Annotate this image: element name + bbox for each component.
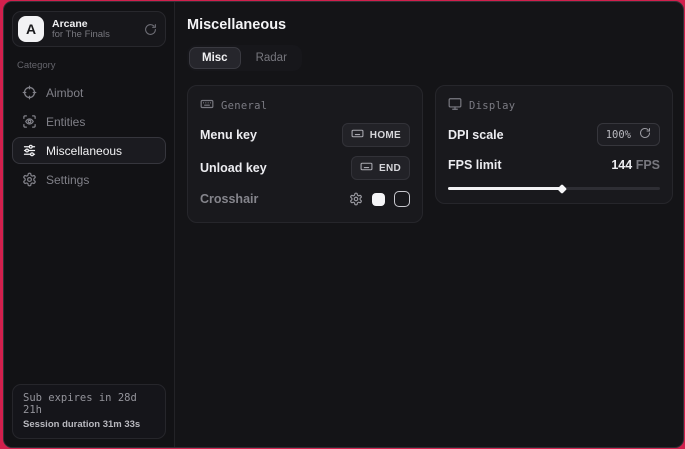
dpi-scale-label: DPI scale bbox=[448, 128, 504, 142]
general-card: General Menu key HOME Unload key bbox=[187, 85, 423, 223]
page-title: Miscellaneous bbox=[187, 17, 673, 33]
sidebar-item-entities[interactable]: Entities bbox=[12, 108, 166, 135]
display-card-title: Display bbox=[469, 100, 515, 112]
fps-limit-slider[interactable] bbox=[448, 187, 660, 190]
brand-card: A Arcane for The Finals bbox=[12, 11, 166, 47]
fps-unit: FPS bbox=[636, 158, 660, 172]
monitor-icon bbox=[448, 97, 462, 114]
fps-limit-value: 144 FPS bbox=[611, 158, 660, 172]
tab-radar[interactable]: Radar bbox=[243, 47, 300, 69]
keyboard-icon bbox=[351, 127, 364, 143]
app-window: A Arcane for The Finals Category Aimbot … bbox=[3, 1, 684, 448]
brand-subtitle: for The Finals bbox=[52, 30, 136, 41]
sidebar: A Arcane for The Finals Category Aimbot … bbox=[4, 2, 175, 447]
menu-key-row: Menu key HOME bbox=[200, 123, 410, 147]
display-card-header: Display bbox=[448, 97, 660, 114]
sidebar-item-label: Settings bbox=[46, 173, 89, 187]
unload-key-value: END bbox=[379, 163, 401, 174]
main-content: Miscellaneous Misc Radar General Menu ke… bbox=[175, 2, 684, 447]
general-card-header: General bbox=[200, 97, 410, 114]
brand-title: Arcane bbox=[52, 18, 136, 30]
tab-misc[interactable]: Misc bbox=[189, 47, 241, 69]
sidebar-item-label: Aimbot bbox=[46, 86, 83, 100]
general-card-title: General bbox=[221, 100, 267, 112]
category-label: Category bbox=[17, 60, 166, 71]
sidebar-item-label: Miscellaneous bbox=[46, 144, 122, 158]
refresh-icon[interactable] bbox=[144, 23, 157, 36]
menu-key-label: Menu key bbox=[200, 128, 257, 142]
crosshair-label: Crosshair bbox=[200, 192, 258, 206]
fps-limit-label: FPS limit bbox=[448, 158, 501, 172]
dpi-scale-control[interactable]: 100% bbox=[597, 123, 660, 146]
crosshair-row: Crosshair bbox=[200, 189, 410, 209]
subscription-info: Sub expires in 28d 21h Session duration … bbox=[12, 384, 166, 439]
crosshair-checkbox[interactable] bbox=[394, 191, 410, 207]
gear-icon[interactable] bbox=[349, 192, 363, 206]
fps-limit-row: FPS limit 144 FPS bbox=[448, 155, 660, 175]
cards-row: General Menu key HOME Unload key bbox=[187, 85, 673, 223]
unload-key-button[interactable]: END bbox=[351, 156, 410, 180]
sidebar-item-label: Entities bbox=[46, 115, 85, 129]
keyboard-icon bbox=[360, 160, 373, 176]
sidebar-item-miscellaneous[interactable]: Miscellaneous bbox=[12, 137, 166, 164]
brand-text: Arcane for The Finals bbox=[52, 18, 136, 41]
entities-icon bbox=[22, 114, 37, 129]
gear-icon bbox=[22, 172, 37, 187]
sub-expiry-text: Sub expires in 28d 21h bbox=[23, 392, 155, 416]
fps-slider-thumb[interactable] bbox=[558, 184, 568, 194]
brand-logo: A bbox=[18, 16, 44, 42]
sidebar-item-aimbot[interactable]: Aimbot bbox=[12, 79, 166, 106]
dpi-scale-value: 100% bbox=[606, 129, 631, 141]
unload-key-label: Unload key bbox=[200, 161, 267, 175]
crosshair-icon bbox=[22, 85, 37, 100]
menu-key-value: HOME bbox=[370, 130, 401, 141]
keyboard-icon bbox=[200, 97, 214, 114]
sidebar-item-settings[interactable]: Settings bbox=[12, 166, 166, 193]
reset-icon[interactable] bbox=[639, 127, 651, 142]
crosshair-controls bbox=[349, 191, 410, 207]
display-card: Display DPI scale 100% FPS limit 144 FPS bbox=[435, 85, 673, 204]
menu-key-button[interactable]: HOME bbox=[342, 123, 410, 147]
tab-bar: Misc Radar bbox=[187, 45, 302, 71]
sliders-icon bbox=[22, 143, 37, 158]
session-duration-text: Session duration 31m 33s bbox=[23, 419, 155, 430]
dpi-scale-row: DPI scale 100% bbox=[448, 123, 660, 146]
fps-slider-fill bbox=[448, 187, 562, 190]
crosshair-color-swatch[interactable] bbox=[372, 193, 385, 206]
unload-key-row: Unload key END bbox=[200, 156, 410, 180]
